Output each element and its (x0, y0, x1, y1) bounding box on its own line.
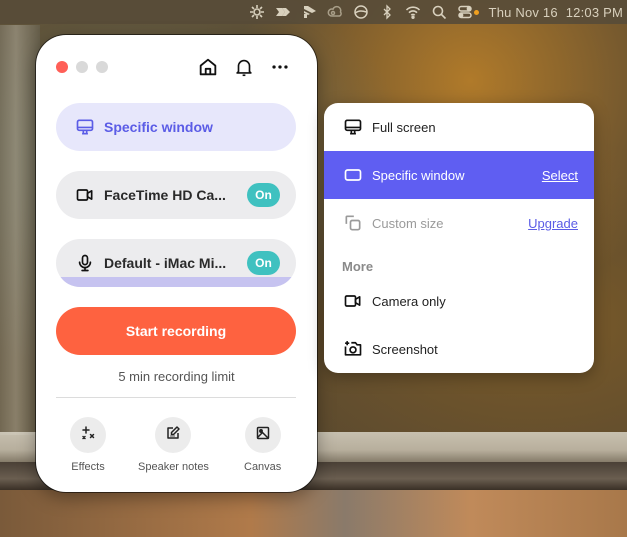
canvas-button[interactable]: Canvas (244, 417, 281, 473)
menu-item-screenshot[interactable]: Screenshot (324, 325, 594, 373)
microphone-toggle[interactable]: On (247, 251, 280, 275)
camera-toggle[interactable]: On (247, 183, 280, 207)
background-floor (0, 490, 627, 537)
menu-bar-time: 12:03 PM (565, 4, 623, 20)
screenshot-label: Screenshot (372, 341, 438, 357)
arrow-app-icon[interactable] (270, 0, 296, 24)
microphone-select[interactable]: Default - iMac Mi... On (56, 239, 296, 287)
sun-burst-icon[interactable] (244, 0, 270, 24)
monitor-icon (342, 116, 364, 138)
image-icon (255, 425, 271, 446)
effects-button[interactable]: Effects (70, 417, 106, 473)
creative-cloud-icon[interactable] (322, 0, 348, 24)
specific-window-label: Specific window (372, 167, 465, 183)
speaker-notes-label: Speaker notes (138, 461, 209, 473)
menu-bar-clock[interactable]: Thu Nov 16 12:03 PM (489, 5, 623, 20)
bell-icon[interactable] (233, 55, 255, 79)
select-window-link[interactable]: Select (542, 168, 578, 183)
window-icon (342, 164, 364, 186)
capture-mode-label: Specific window (104, 119, 213, 135)
circle-app-icon[interactable] (348, 0, 374, 24)
close-window-button[interactable] (56, 61, 68, 73)
canvas-circle (244, 417, 281, 453)
camera-select[interactable]: FaceTime HD Ca... On (56, 171, 296, 219)
capture-mode-button[interactable]: Specific window (56, 103, 296, 151)
menu-item-full-screen[interactable]: Full screen (324, 103, 594, 151)
divider (56, 397, 296, 398)
capture-mode-dropdown: Full screen Specific window Select Custo… (324, 103, 594, 373)
home-icon[interactable] (197, 55, 219, 79)
stack-app-icon[interactable] (296, 0, 322, 24)
panel-toolbar (197, 55, 291, 79)
monitor-icon (74, 116, 96, 138)
speaker-notes-button[interactable]: Speaker notes (138, 417, 209, 473)
camera-plus-icon (342, 338, 364, 360)
menu-item-specific-window[interactable]: Specific window Select (324, 151, 594, 199)
start-recording-button[interactable]: Start recording (56, 307, 296, 355)
custom-size-label: Custom size (372, 215, 444, 231)
sparkles-icon (80, 425, 96, 446)
menu-item-camera-only[interactable]: Camera only (324, 277, 594, 325)
status-dot (473, 9, 479, 15)
speaker-notes-circle (155, 417, 192, 453)
window-controls (56, 61, 108, 73)
custom-size-icon (342, 212, 364, 234)
menu-bar-date: Thu Nov 16 (488, 4, 558, 20)
canvas-label: Canvas (244, 461, 282, 473)
search-icon[interactable] (426, 0, 452, 24)
microphone-level-meter (56, 277, 296, 287)
camera-only-label: Camera only (372, 293, 446, 309)
full-screen-label: Full screen (372, 119, 436, 135)
wifi-icon[interactable] (400, 0, 426, 24)
microphone-label: Default - iMac Mi... (104, 255, 227, 271)
upgrade-link[interactable]: Upgrade (528, 216, 578, 231)
minimize-window-button[interactable] (76, 61, 88, 73)
microphone-icon (74, 252, 96, 274)
effects-label: Effects (71, 461, 105, 473)
effects-circle (70, 417, 106, 453)
recording-limit-text: 5 min recording limit (118, 369, 235, 384)
video-camera-icon (342, 290, 364, 312)
edit-note-icon (165, 425, 181, 446)
recorder-panel: Specific window FaceTime HD Ca... On Def… (36, 35, 317, 492)
more-section-label: More (342, 259, 374, 274)
more-icon[interactable] (269, 55, 291, 79)
zoom-window-button[interactable] (96, 61, 108, 73)
menu-item-custom-size[interactable]: Custom size Upgrade (324, 199, 594, 247)
camera-label: FaceTime HD Ca... (104, 187, 226, 203)
background-tree (0, 25, 40, 435)
menu-bar: Thu Nov 16 12:03 PM (0, 0, 627, 24)
bluetooth-icon[interactable] (374, 0, 400, 24)
video-camera-icon (74, 184, 96, 206)
